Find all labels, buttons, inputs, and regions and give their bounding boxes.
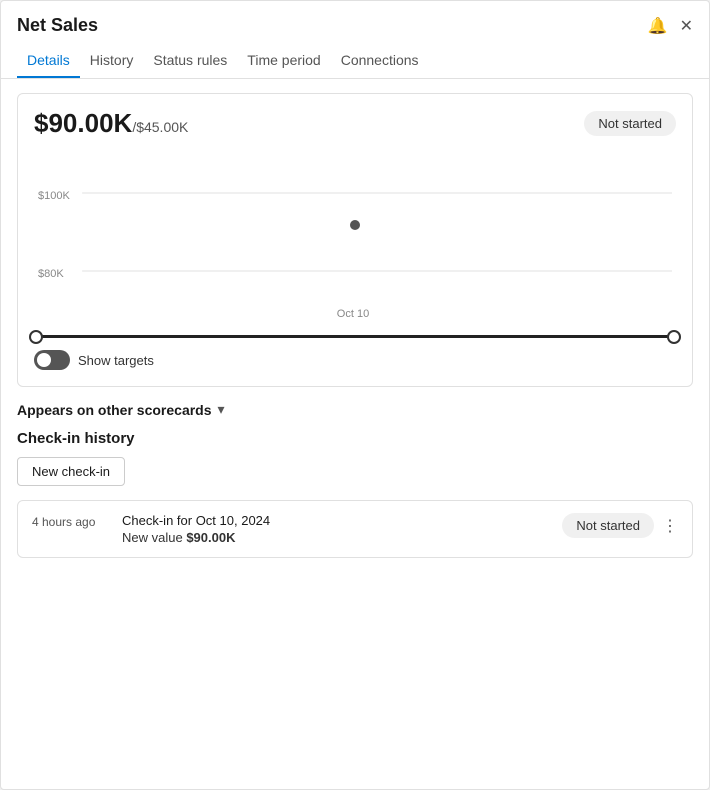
header-icons: 🔔 ✕ (648, 16, 693, 36)
bell-icon[interactable]: 🔔 (648, 16, 668, 36)
svg-text:Oct 10: Oct 10 (337, 308, 369, 320)
appears-on-label: Appears on other scorecards (17, 402, 212, 418)
checkin-info: Check-in for Oct 10, 2024 New value $90.… (122, 513, 552, 545)
show-targets-label: Show targets (78, 353, 154, 368)
main-content: $90.00K/$45.00K Not started $100K $80K O… (1, 79, 709, 572)
checkin-value-amount: $90.00K (186, 530, 235, 545)
svg-text:$100K: $100K (38, 190, 71, 202)
tab-history[interactable]: History (80, 44, 144, 78)
range-thumb-left[interactable] (29, 330, 43, 344)
range-slider[interactable] (34, 335, 676, 338)
range-track (36, 335, 674, 338)
metric-card: $90.00K/$45.00K Not started $100K $80K O… (17, 93, 693, 387)
chart-svg: $100K $80K Oct 10 (34, 147, 676, 327)
appears-on-row[interactable]: Appears on other scorecards ▾ (17, 401, 693, 418)
checkin-value-label: New value (122, 530, 183, 545)
checkin-history-title: Check-in history (17, 430, 693, 447)
tabs-bar: Details History Status rules Time period… (1, 44, 709, 79)
page-title: Net Sales (17, 15, 98, 36)
more-options-icon[interactable]: ⋮ (662, 516, 678, 536)
header: Net Sales 🔔 ✕ (1, 1, 709, 36)
toggle-knob (37, 353, 51, 367)
checkin-history-section: Check-in history New check-in 4 hours ag… (17, 430, 693, 558)
tab-time-period[interactable]: Time period (237, 44, 330, 78)
chevron-down-icon: ▾ (218, 401, 225, 418)
tab-details[interactable]: Details (17, 44, 80, 78)
checkin-right: Not started ⋮ (562, 513, 678, 538)
main-value: $90.00K (34, 108, 132, 138)
checkin-item: 4 hours ago Check-in for Oct 10, 2024 Ne… (17, 500, 693, 558)
svg-text:$80K: $80K (38, 268, 64, 280)
tab-status-rules[interactable]: Status rules (143, 44, 237, 78)
target-value: $45.00K (136, 119, 188, 135)
tab-connections[interactable]: Connections (331, 44, 429, 78)
metric-amount: $90.00K/$45.00K (34, 108, 188, 139)
show-targets-row: Show targets (34, 350, 676, 370)
status-badge: Not started (584, 111, 676, 136)
show-targets-toggle[interactable] (34, 350, 70, 370)
range-thumb-right[interactable] (667, 330, 681, 344)
checkin-status-badge: Not started (562, 513, 654, 538)
metric-values-row: $90.00K/$45.00K Not started (34, 108, 676, 139)
chart-area: $100K $80K Oct 10 (34, 147, 676, 327)
checkin-time-ago: 4 hours ago (32, 513, 112, 529)
panel: Net Sales 🔔 ✕ Details History Status rul… (0, 0, 710, 790)
new-checkin-button[interactable]: New check-in (17, 457, 125, 486)
close-icon[interactable]: ✕ (680, 16, 693, 36)
checkin-value-row: New value $90.00K (122, 530, 552, 545)
checkin-date: Check-in for Oct 10, 2024 (122, 513, 552, 528)
